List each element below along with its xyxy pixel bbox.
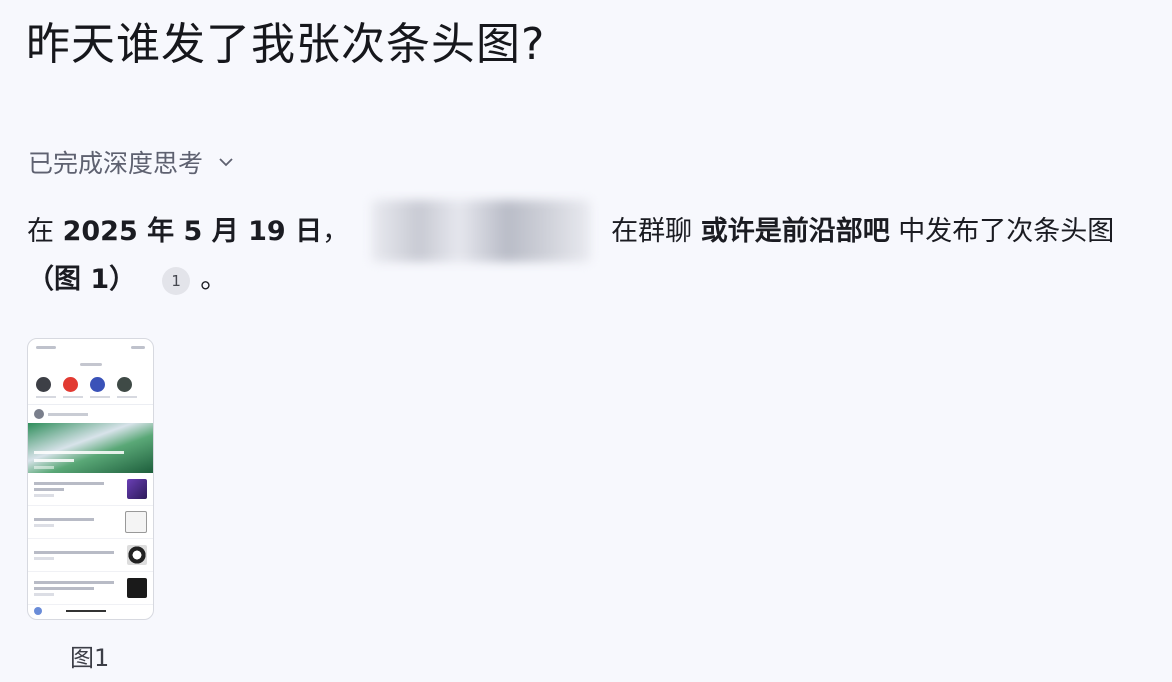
answer-prefix: 在	[27, 216, 63, 247]
phone-author-row	[28, 404, 153, 423]
phone-status-bar	[28, 339, 153, 355]
user-question: 昨天谁发了我张次条头图?	[26, 19, 546, 70]
answer-figure-ref: （图 1）	[27, 264, 137, 295]
answer-date: 2025 年 5 月 19 日	[62, 216, 323, 247]
phone-list-item	[28, 539, 153, 572]
answer-text: 在 2025 年 5 月 19 日， 在群聊 或许是前沿部吧 中发布了次条头图 （…	[27, 199, 1167, 304]
answer-comma: ，	[322, 216, 350, 247]
answer-group-name: 或许是前沿部吧	[700, 216, 890, 247]
redacted-sender-name	[371, 199, 592, 262]
deep-thinking-toggle[interactable]: 已完成深度思考	[28, 144, 235, 180]
phone-list-item	[28, 506, 153, 539]
phone-bottom-bar	[28, 603, 153, 619]
phone-channel-icons	[28, 373, 153, 396]
phone-list-item	[28, 473, 153, 506]
deep-thinking-label: 已完成深度思考	[28, 149, 204, 178]
answer-end: 。	[200, 264, 228, 295]
figure-thumbnail[interactable]	[27, 338, 154, 620]
figure-caption: 图1	[70, 644, 110, 672]
phone-hero-image	[28, 423, 153, 473]
phone-list-item	[28, 572, 153, 605]
phone-nav-bar	[28, 355, 153, 373]
chevron-down-icon	[219, 158, 233, 167]
answer-group-prefix: 在群聊	[611, 216, 701, 247]
answer-action: 中发布了次条头图	[889, 216, 1115, 247]
citation-badge[interactable]: 1	[162, 266, 191, 295]
